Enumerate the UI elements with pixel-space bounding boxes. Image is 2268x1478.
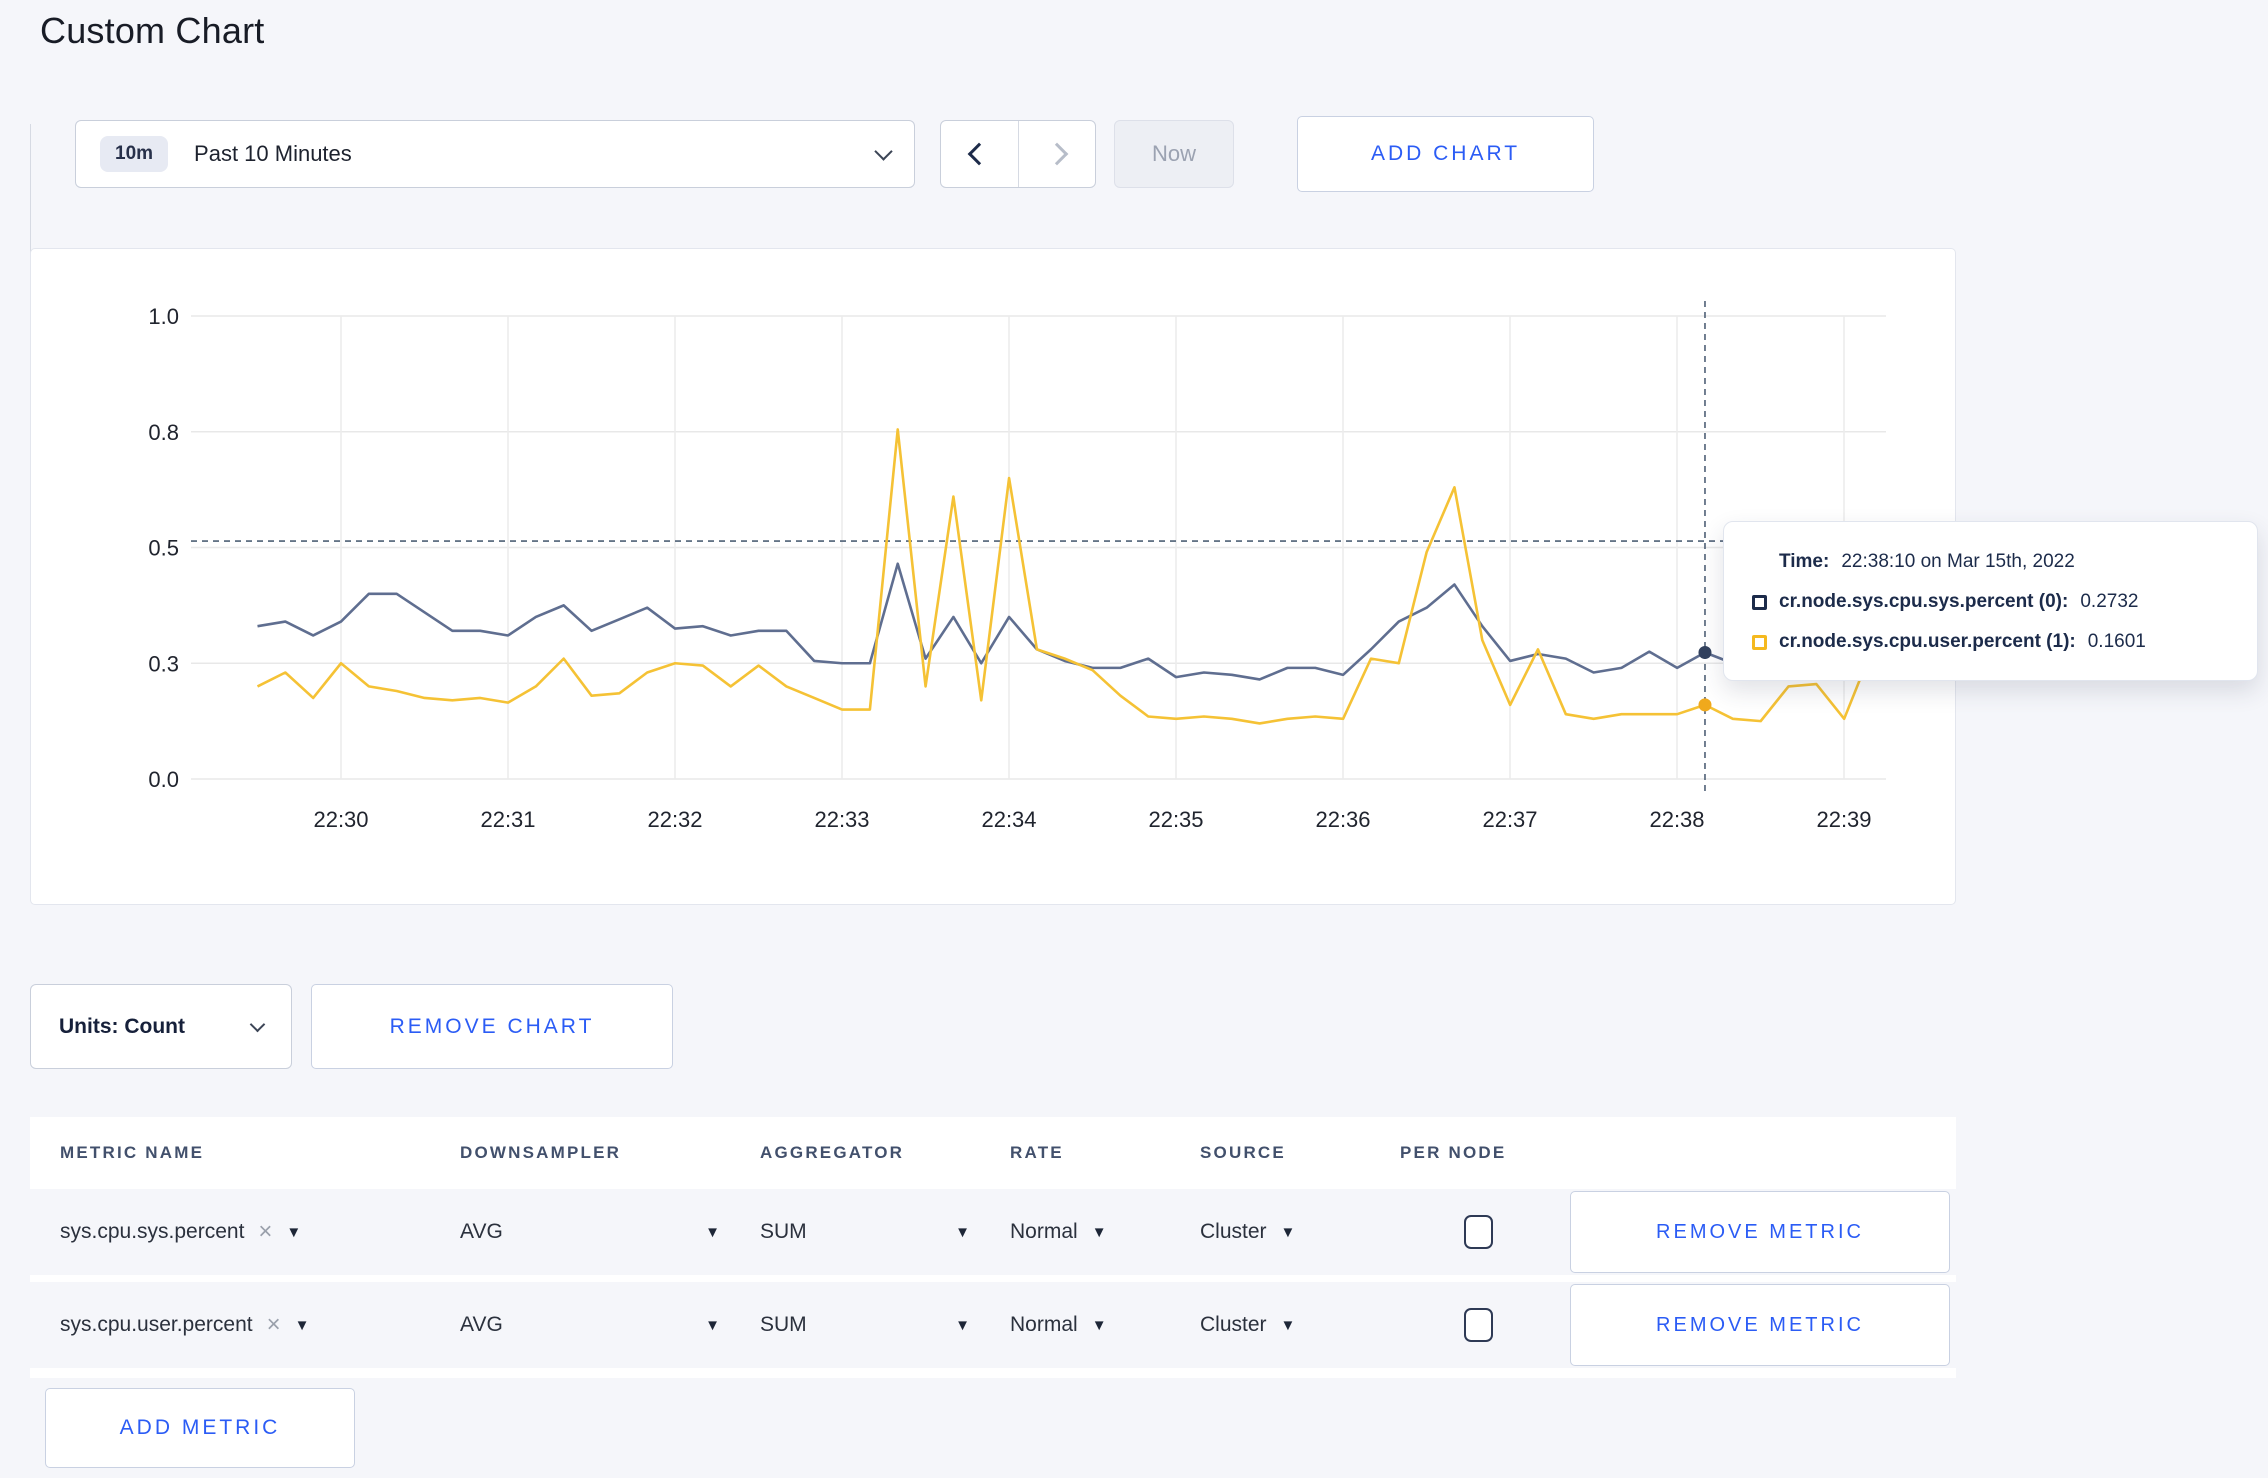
- hover-point-cr.node.sys.cpu.user.percent: [1698, 698, 1712, 712]
- metric-name-value: sys.cpu.user.percent: [60, 1313, 253, 1336]
- x-axis-label: 22:35: [1148, 807, 1203, 832]
- x-axis-label: 22:38: [1649, 807, 1704, 832]
- source-select[interactable]: Cluster ▼: [1200, 1313, 1400, 1337]
- x-axis-label: 22:34: [981, 807, 1036, 832]
- rate-select[interactable]: Normal ▼: [1010, 1220, 1200, 1244]
- series-line-cr.node.sys.cpu.sys.percent: [257, 562, 1872, 681]
- chevron-down-icon: [874, 141, 893, 161]
- tooltip-time-label: Time:: [1779, 551, 1830, 572]
- caret-down-icon: ▼: [1280, 1223, 1296, 1241]
- x-axis-label: 22:36: [1315, 807, 1370, 832]
- y-axis-label: 1.0: [148, 304, 179, 329]
- metric-row: sys.cpu.sys.percent × ▼ AVG ▼ SUM ▼ Norm…: [30, 1189, 1956, 1275]
- chevron-left-icon: [967, 142, 991, 166]
- custom-chart-page: Custom Chart 10m Past 10 Minutes Now ADD…: [0, 0, 2268, 1478]
- y-axis-label: 0.0: [148, 767, 179, 792]
- caret-down-icon: ▼: [286, 1223, 302, 1241]
- series-sys-swatch-icon: [1752, 594, 1767, 610]
- x-axis-label: 22:33: [814, 807, 869, 832]
- source-value: Cluster: [1200, 1220, 1267, 1243]
- clear-metric-icon[interactable]: ×: [258, 1220, 272, 1244]
- rate-select[interactable]: Normal ▼: [1010, 1313, 1200, 1337]
- tooltip-series-name: cr.node.sys.cpu.sys.percent (0):: [1779, 591, 2069, 612]
- col-header-downsampler: DOWNSAMPLER: [460, 1143, 622, 1162]
- per-node-checkbox[interactable]: [1464, 1308, 1493, 1342]
- col-header-aggregator: AGGREGATOR: [760, 1143, 905, 1162]
- caret-down-icon: ▼: [1091, 1316, 1107, 1334]
- col-header-rate: RATE: [1010, 1143, 1064, 1162]
- caret-down-icon: ▼: [294, 1316, 310, 1334]
- rate-value: Normal: [1010, 1220, 1078, 1243]
- metrics-table: METRIC NAME DOWNSAMPLER AGGREGATOR RATE …: [30, 1117, 1956, 1378]
- x-axis-label: 22:37: [1482, 807, 1537, 832]
- tooltip-series-value: 0.2732: [2080, 591, 2139, 612]
- aggregator-value: SUM: [760, 1220, 807, 1243]
- x-axis-label: 22:31: [480, 807, 535, 832]
- metrics-table-header: METRIC NAME DOWNSAMPLER AGGREGATOR RATE …: [30, 1117, 1956, 1189]
- add-metric-button[interactable]: ADD METRIC: [45, 1388, 355, 1468]
- y-axis-label: 0.5: [148, 536, 179, 561]
- metric-name-value: sys.cpu.sys.percent: [60, 1220, 245, 1243]
- chevron-right-icon: [1045, 142, 1069, 166]
- downsampler-value: AVG: [460, 1313, 503, 1336]
- chevron-down-icon: [249, 1016, 266, 1032]
- col-header-metric-name: METRIC NAME: [60, 1143, 205, 1162]
- time-range-badge: 10m: [100, 136, 169, 172]
- chart-card: 0.0 0.3 0.5 0.8 1.0 22:30 22:31 22:32 22:33 22:34…: [30, 248, 1956, 905]
- x-axis-label: 22:30: [313, 807, 368, 832]
- series-line-cr.node.sys.cpu.user.percent: [256, 428, 1874, 725]
- series-user-swatch-icon: [1752, 634, 1767, 650]
- hover-point-cr.node.sys.cpu.sys.percent: [1698, 646, 1712, 660]
- aggregator-select[interactable]: SUM ▼: [760, 1220, 1010, 1244]
- toolbar-divider: [30, 124, 31, 268]
- timeseries-plot[interactable]: 0.0 0.3 0.5 0.8 1.0 22:30 22:31 22:32 22:33 22:34…: [31, 249, 1957, 906]
- remove-metric-button[interactable]: REMOVE METRIC: [1570, 1191, 1950, 1273]
- downsampler-select[interactable]: AVG ▼: [460, 1220, 760, 1244]
- caret-down-icon: ▼: [1280, 1316, 1296, 1334]
- x-axis-label: 22:39: [1816, 807, 1871, 832]
- units-label: Units: Count: [59, 1014, 185, 1038]
- y-axis-label: 0.8: [148, 420, 179, 445]
- tooltip-series-name: cr.node.sys.cpu.user.percent (1):: [1779, 631, 2076, 652]
- time-range-dropdown[interactable]: 10m Past 10 Minutes: [75, 120, 915, 188]
- tooltip-series-value: 0.1601: [2087, 631, 2146, 652]
- caret-down-icon: ▼: [705, 1223, 720, 1241]
- metric-name-select[interactable]: sys.cpu.sys.percent × ▼: [60, 1220, 460, 1244]
- rate-value: Normal: [1010, 1313, 1078, 1336]
- clear-metric-icon[interactable]: ×: [267, 1313, 281, 1337]
- chart-tooltip: Time: 22:38:10 on Mar 15th, 2022 cr.node…: [1723, 521, 2258, 681]
- next-time-button[interactable]: [1017, 121, 1096, 187]
- metric-row: sys.cpu.user.percent × ▼ AVG ▼ SUM ▼ Nor…: [30, 1282, 1956, 1368]
- prev-time-button[interactable]: [941, 121, 1018, 187]
- now-button[interactable]: Now: [1114, 120, 1234, 188]
- remove-chart-button[interactable]: REMOVE CHART: [311, 984, 673, 1069]
- aggregator-value: SUM: [760, 1313, 807, 1336]
- caret-down-icon: ▼: [955, 1316, 970, 1334]
- tooltip-time-value: 22:38:10 on Mar 15th, 2022: [1841, 551, 2075, 572]
- downsampler-select[interactable]: AVG ▼: [460, 1313, 760, 1337]
- aggregator-select[interactable]: SUM ▼: [760, 1313, 1010, 1337]
- page-title: Custom Chart: [40, 10, 265, 51]
- y-axis-label: 0.3: [148, 651, 179, 676]
- per-node-checkbox[interactable]: [1464, 1215, 1493, 1249]
- metric-name-select[interactable]: sys.cpu.user.percent × ▼: [60, 1313, 460, 1337]
- x-axis-label: 22:32: [647, 807, 702, 832]
- add-chart-button[interactable]: ADD CHART: [1297, 116, 1594, 192]
- time-pager: [940, 120, 1096, 188]
- downsampler-value: AVG: [460, 1220, 503, 1243]
- units-dropdown[interactable]: Units: Count: [30, 984, 292, 1069]
- caret-down-icon: ▼: [705, 1316, 720, 1334]
- time-range-label: Past 10 Minutes: [194, 141, 352, 166]
- caret-down-icon: ▼: [955, 1223, 970, 1241]
- source-value: Cluster: [1200, 1313, 1267, 1336]
- source-select[interactable]: Cluster ▼: [1200, 1220, 1400, 1244]
- remove-metric-button[interactable]: REMOVE METRIC: [1570, 1284, 1950, 1366]
- col-header-source: SOURCE: [1200, 1143, 1286, 1162]
- caret-down-icon: ▼: [1091, 1223, 1107, 1241]
- col-header-per-node: PER NODE: [1400, 1143, 1507, 1162]
